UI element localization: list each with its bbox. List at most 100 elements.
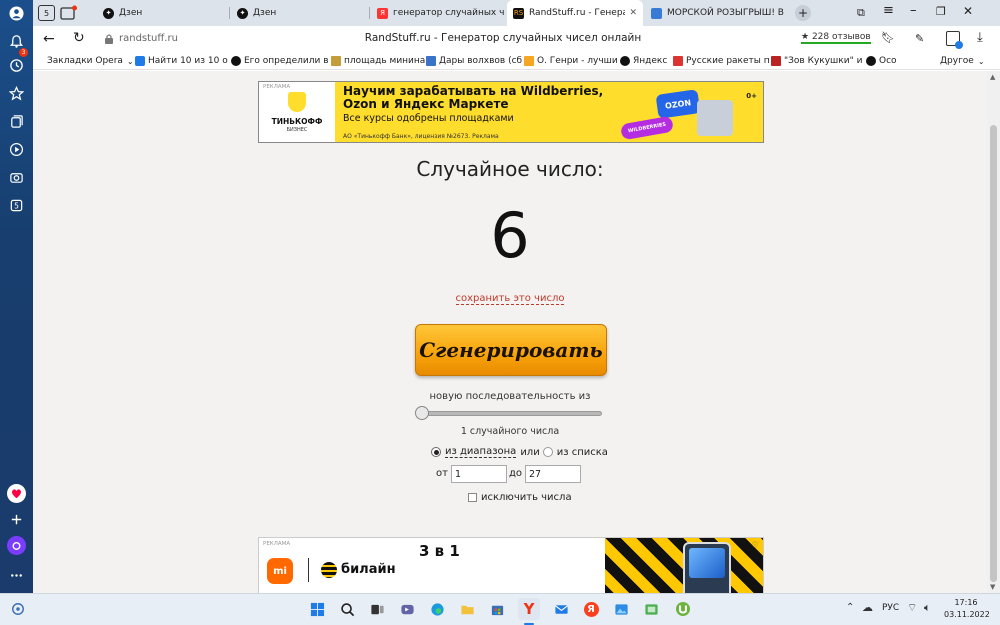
back-arrow-icon[interactable]: ← (43, 31, 55, 47)
tab-randstuff[interactable]: RSRandStuff.ru - Генерато✕ (507, 0, 643, 26)
site-icon (524, 56, 534, 66)
time-text: 17:16 (954, 598, 978, 607)
mail-icon[interactable] (550, 598, 572, 620)
bookmark-item[interactable]: Осо (866, 54, 897, 68)
exclude-checkbox[interactable] (468, 492, 477, 502)
minimize-icon[interactable]: – (910, 3, 917, 18)
notifications-icon[interactable]: 3 (7, 32, 28, 57)
download-icon[interactable]: ⤓ (977, 30, 983, 45)
bookmark-item[interactable]: Дары волхвов (сб (426, 54, 522, 68)
scroll-up-icon[interactable]: ▲ (990, 73, 995, 81)
widgets-icon[interactable] (8, 598, 28, 620)
list-option-label[interactable]: из списка (557, 447, 608, 458)
tab-manager-icon[interactable]: ⧉ (857, 6, 865, 20)
utorrent-icon[interactable] (672, 598, 694, 620)
show-hidden-icons[interactable]: ⌃ (846, 602, 854, 613)
tab-dzen-2[interactable]: ✦ Дзен (231, 0, 367, 26)
video-icon[interactable] (7, 140, 26, 159)
collections-icon[interactable] (7, 112, 26, 131)
extensions-icon[interactable] (946, 31, 963, 49)
book-icon (426, 56, 436, 66)
close-window-icon[interactable]: ✕ (963, 4, 973, 18)
tinkoff-logo-block: РЕКЛАМА ТИНЬКОФФ БИЗНЕС (259, 82, 335, 142)
task-view-icon[interactable] (366, 598, 388, 620)
bookmark-item[interactable]: площадь минина (331, 54, 425, 68)
file-explorer-icon[interactable] (456, 598, 478, 620)
bookmarks-star-icon[interactable] (7, 84, 26, 103)
exclude-label[interactable]: исключить числа (481, 492, 572, 503)
range-option-label[interactable]: из диапазона (445, 446, 517, 458)
browser-sidebar: 3 5 (0, 0, 33, 593)
bookmark-item[interactable]: О. Генри - лучши (524, 54, 618, 68)
bookmarks-bar: Закладки Opera ⌄ Найти 10 из 10 о Его опр… (33, 52, 1000, 70)
box-illustration (697, 100, 733, 136)
language-indicator[interactable]: РУС (882, 603, 899, 613)
slider-handle[interactable] (415, 406, 429, 420)
close-tab-icon[interactable]: ✕ (625, 8, 637, 18)
bookmark-item[interactable]: Русские ракеты п (673, 54, 770, 68)
save-number-link[interactable]: сохранить это число (455, 293, 565, 305)
new-tab-panel-icon[interactable] (60, 5, 78, 21)
new-tab-button[interactable]: + (795, 5, 811, 21)
list-radio[interactable] (542, 447, 553, 457)
dzen-icon (231, 56, 241, 66)
bottom-ad-banner[interactable]: РЕКЛАМА mi билайн 3 в 1 ⓘ (258, 537, 764, 593)
tabs-counter-icon[interactable]: 5 (7, 196, 26, 215)
yandex-icon[interactable]: Я (580, 598, 602, 620)
domain-text[interactable]: randstuff.ru (119, 33, 178, 44)
app-icon[interactable] (640, 598, 662, 620)
top-ad-banner[interactable]: РЕКЛАМА ТИНЬКОФФ БИЗНЕС Научим зарабатыв… (258, 81, 764, 143)
svg-text:5: 5 (14, 202, 19, 211)
zen-app-icon[interactable] (7, 484, 26, 503)
add-panel-icon[interactable] (7, 510, 26, 529)
bookmark-item[interactable]: Найти 10 из 10 о (135, 54, 228, 68)
reader-mode-icon[interactable]: ✎ (915, 32, 924, 45)
bookmark-page-icon[interactable]: 🔖︎ (881, 31, 895, 44)
restore-icon[interactable]: ❐ (936, 5, 946, 18)
edge-icon[interactable] (426, 598, 448, 620)
history-icon[interactable] (7, 56, 26, 75)
range-to-input[interactable] (525, 465, 581, 483)
tab-yandex-search[interactable]: Ягенератор случайных чис (371, 0, 505, 26)
page-title[interactable]: RandStuff.ru - Генератор случайных чисел… (333, 32, 673, 44)
exclude-row: исключить числа (468, 491, 572, 503)
profile-icon[interactable] (7, 4, 26, 23)
chevron-down-icon: ⌄ (977, 56, 985, 66)
range-radio[interactable] (431, 447, 441, 457)
search-icon[interactable] (336, 598, 358, 620)
lock-icon[interactable] (104, 33, 114, 44)
to-label: до (509, 468, 523, 479)
count-slider[interactable] (415, 406, 602, 420)
tab-morskoy[interactable]: МОРСКОЙ РОЗЫГРЫШ! В (645, 0, 793, 26)
age-rating: 0+ (746, 92, 757, 100)
store-icon[interactable] (486, 598, 508, 620)
tab-dzen-1[interactable]: ✦ Дзен (97, 0, 227, 26)
start-icon[interactable] (306, 598, 328, 620)
clock[interactable]: 17:16 03.11.2022 (944, 597, 990, 621)
speaker-icon[interactable]: 🔈︎ (924, 601, 931, 615)
ad-info-icon[interactable]: ⓘ (752, 540, 760, 549)
bookmark-other-folder[interactable]: Другое ⌄ (940, 54, 985, 68)
more-icon[interactable] (7, 566, 26, 585)
bookmark-item[interactable]: "Зов Кукушки" и (771, 54, 862, 68)
screenshot-icon[interactable] (7, 168, 26, 187)
yandex-browser-taskbar-icon[interactable]: Y (518, 598, 540, 620)
range-from-input[interactable] (451, 465, 507, 483)
bookmark-opera-folder[interactable]: Закладки Opera ⌄ (47, 54, 134, 68)
wifi-icon[interactable]: ⌔ (907, 601, 917, 615)
alice-assistant-icon[interactable] (7, 536, 26, 555)
scroll-thumb[interactable] (990, 125, 997, 582)
photos-icon[interactable] (610, 598, 632, 620)
bookmark-item[interactable]: Его определили в (231, 54, 329, 68)
scroll-down-icon[interactable]: ▼ (990, 583, 995, 591)
reviews-badge[interactable]: ★ 228 отзывов (801, 32, 871, 44)
generate-button[interactable]: Сгенерировать (415, 324, 607, 376)
reload-icon[interactable]: ↻ (73, 30, 85, 46)
menu-icon[interactable]: ≡ (883, 3, 894, 18)
teams-chat-icon[interactable] (396, 598, 418, 620)
scrollbar[interactable]: ▲ ▼ (987, 71, 1000, 593)
randstuff-icon: RS (513, 7, 524, 19)
tab-groups-icon[interactable]: 5 (38, 5, 55, 21)
bookmark-item[interactable]: Яндекс (620, 54, 667, 68)
network-icon[interactable]: ☁ (862, 601, 873, 614)
